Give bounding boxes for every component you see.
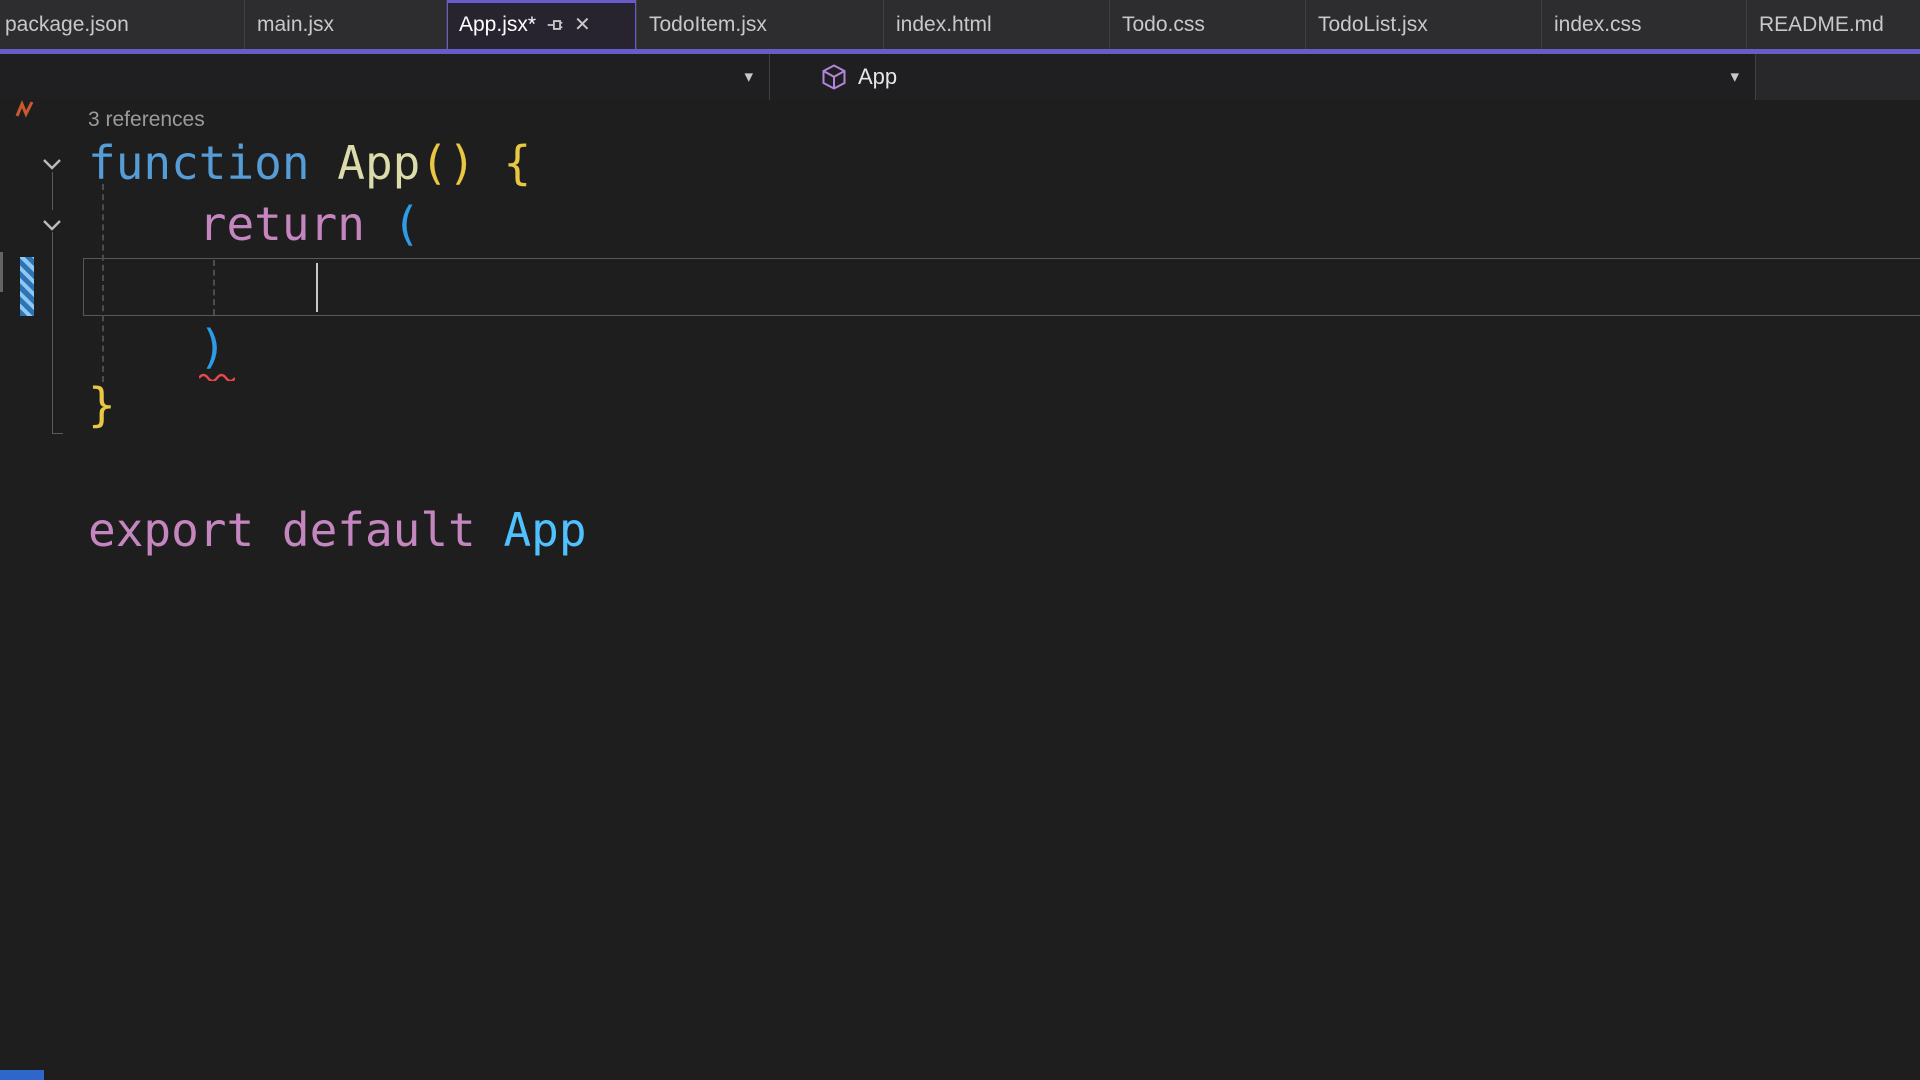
close-paren: ) [198, 320, 227, 374]
keyword-function: function [88, 136, 310, 190]
open-brace: { [503, 136, 532, 190]
current-line-highlight [83, 258, 1920, 316]
paren-pair: () [420, 136, 476, 190]
keyword-export: export [88, 503, 255, 557]
function-name: App [337, 136, 421, 190]
scope-label: App [858, 64, 898, 89]
open-paren: ( [392, 197, 421, 251]
tab-label: index.css [1554, 12, 1642, 36]
codelens-references[interactable]: 3 references [88, 106, 205, 134]
status-bar-corner [0, 1070, 44, 1080]
tab-readme-md[interactable]: README.md [1747, 0, 1920, 49]
tab-label: index.html [896, 12, 992, 36]
code-line-close-brace[interactable]: } [88, 375, 116, 436]
navigation-bar: ▾ App ▾ [0, 54, 1920, 100]
cube-icon [822, 64, 846, 90]
tab-label: TodoItem.jsx [649, 12, 767, 36]
tab-label: Todo.css [1122, 12, 1205, 36]
project-dropdown[interactable]: ▾ [0, 54, 769, 100]
tab-todo-css[interactable]: Todo.css [1110, 0, 1306, 49]
code-editor[interactable]: 3 references function App() { return ( )… [0, 100, 1920, 1070]
identifier-app: App [503, 503, 587, 557]
tab-label: package.json [5, 12, 129, 36]
close-brace: } [88, 378, 116, 432]
tab-main-jsx[interactable]: main.jsx [245, 0, 447, 49]
keyword-default: default [281, 503, 476, 557]
fold-scope-line [52, 232, 53, 434]
keyword-return: return [198, 197, 365, 251]
editor-tab-bar: package.json main.jsx App.jsx* ✕ TodoIte… [0, 0, 1920, 49]
margin-marker [0, 252, 3, 292]
editor-gutter[interactable] [0, 100, 86, 1070]
chevron-down-icon: ▾ [1730, 67, 1739, 86]
type-dropdown[interactable]: App ▾ [770, 54, 1755, 100]
tab-index-html[interactable]: index.html [884, 0, 1110, 49]
tab-todolist-jsx[interactable]: TodoList.jsx [1306, 0, 1542, 49]
member-dropdown[interactable] [1756, 54, 1920, 100]
tab-package-json[interactable]: package.json [0, 0, 245, 49]
error-squiggle [198, 368, 236, 386]
close-icon[interactable]: ✕ [574, 15, 591, 35]
code-line-function-app[interactable]: function App() { [88, 133, 531, 194]
editor-window: package.json main.jsx App.jsx* ✕ TodoIte… [0, 0, 1920, 1080]
pin-icon[interactable] [546, 16, 564, 34]
tab-label: main.jsx [257, 12, 335, 36]
tab-label: TodoList.jsx [1318, 12, 1428, 36]
chevron-down-icon: ▾ [744, 67, 753, 86]
tab-index-css[interactable]: index.css [1542, 0, 1747, 49]
code-line-return[interactable]: return ( [88, 194, 421, 255]
tab-label: README.md [1759, 12, 1884, 36]
indent-guide [213, 260, 215, 315]
code-line-export[interactable]: export default App [88, 500, 587, 561]
tab-app-jsx-active[interactable]: App.jsx* ✕ [447, 0, 637, 49]
edit-marker-icon [15, 100, 35, 125]
change-tracking-bar [20, 257, 34, 316]
tab-todoitem-jsx[interactable]: TodoItem.jsx [637, 0, 884, 49]
fold-scope-line [52, 172, 53, 210]
fold-scope-end [52, 433, 63, 434]
text-cursor [316, 263, 318, 312]
tab-label: App.jsx* [459, 12, 537, 36]
